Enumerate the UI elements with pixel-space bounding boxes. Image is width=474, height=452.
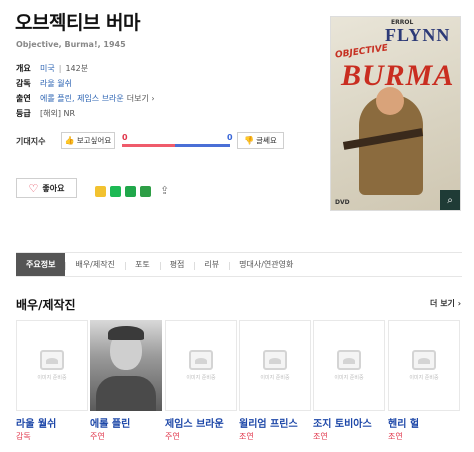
cast-more-button[interactable]: 더 보기 › <box>430 298 461 309</box>
like-button[interactable]: ♡ 좋아요 <box>16 178 77 198</box>
image-placeholder-icon <box>412 350 436 370</box>
info-row-director: 감독 라울 월쉬 <box>16 76 316 91</box>
runtime: 142분 <box>65 64 89 73</box>
cast-role: 조연 <box>388 432 403 441</box>
movie-info: 개요 미국 | 142분 감독 라울 월쉬 출연 에롤 플린, 제임스 브라운 … <box>16 61 316 121</box>
cast-photo-placeholder: 이미지 준비중 <box>239 320 311 411</box>
meh-button[interactable]: 👎 글쎄요 <box>237 132 284 149</box>
tab-quotes-related[interactable]: 명대사/연관영화 <box>229 253 303 276</box>
info-row-rating: 등급 [해외] NR <box>16 106 316 121</box>
cast-role: 감독 <box>16 432 31 441</box>
service-icon-4[interactable] <box>140 186 151 197</box>
tab-bar: 주요정보 배우/제작진 포토 평점 리뷰 명대사/연관영화 <box>16 252 462 277</box>
cast-links[interactable]: 에롤 플린, 제임스 브라운 <box>40 93 124 104</box>
expect-label: 기대지수 <box>16 137 46 146</box>
zoom-icon[interactable]: ⌕ <box>440 190 460 210</box>
cast-list: 이미지 준비중 라울 월쉬 감독 에롤 플린 주연 이미지 준비중 제임스 브라… <box>16 320 462 442</box>
want-count: 0 <box>122 133 128 142</box>
cast-photo-placeholder: 이미지 준비중 <box>313 320 385 411</box>
tab-review[interactable]: 리뷰 <box>194 253 229 276</box>
heart-icon: ♡ <box>28 181 39 195</box>
cast-more-link[interactable]: 더보기 › <box>127 93 155 104</box>
cast-card[interactable]: 이미지 준비중 윌리엄 프린스 조연 <box>239 320 311 442</box>
meh-label: 글쎄요 <box>256 136 277 145</box>
tab-cast-crew[interactable]: 배우/제작진 <box>65 253 125 276</box>
poster-soldier-head <box>376 87 404 115</box>
placeholder-text: 이미지 준비중 <box>260 375 290 381</box>
cast-photo-placeholder: 이미지 준비중 <box>165 320 237 411</box>
placeholder-text: 이미지 준비중 <box>37 375 67 381</box>
image-placeholder-icon <box>337 350 361 370</box>
cast-name[interactable]: 윌리엄 프린스 <box>239 415 298 430</box>
movie-poster[interactable]: ERROL FLYNN OBJECTIVE BURMA DVD ⌕ <box>330 16 461 211</box>
share-icon[interactable]: ⇪ <box>160 184 169 197</box>
photo-body <box>96 376 156 411</box>
rating-label: 등급 <box>16 109 31 118</box>
cast-name[interactable]: 조지 토비아스 <box>313 415 372 430</box>
info-row-cast: 출연 에롤 플린, 제임스 브라운 더보기 › <box>16 91 316 106</box>
poster-dvd-text: DVD <box>335 199 350 206</box>
cast-card[interactable]: 이미지 준비중 제임스 브라운 주연 <box>165 320 237 442</box>
image-placeholder-icon <box>40 350 64 370</box>
cast-role: 주연 <box>90 432 105 441</box>
poster-main-title: BURMA <box>341 59 455 92</box>
meh-count: 0 <box>227 133 233 142</box>
thumbs-up-icon: 👍 <box>64 136 75 145</box>
want-label: 보고싶어요 <box>76 136 112 145</box>
service-icon-3[interactable] <box>125 186 136 197</box>
rating-value: [해외] NR <box>40 109 76 118</box>
overview-label: 개요 <box>16 64 31 73</box>
page-title: 오브젝티브 버마 <box>15 12 140 34</box>
cast-role: 조연 <box>313 432 328 441</box>
cast-photo <box>90 320 162 411</box>
cast-name[interactable]: 에롤 플린 <box>90 415 130 430</box>
cast-section-title: 배우/제작진 <box>16 298 76 312</box>
service-icon-2[interactable] <box>110 186 121 197</box>
cast-role: 주연 <box>165 432 180 441</box>
photo-hair <box>108 326 144 340</box>
want-bar <box>122 144 175 147</box>
image-placeholder-icon <box>189 350 213 370</box>
tab-photo[interactable]: 포토 <box>124 253 160 276</box>
thumbs-down-icon: 👎 <box>244 136 255 145</box>
director-label: 감독 <box>16 79 31 88</box>
cast-photo-placeholder: 이미지 준비중 <box>16 320 88 411</box>
placeholder-text: 이미지 준비중 <box>186 375 216 381</box>
cast-role: 조연 <box>239 432 254 441</box>
country-link[interactable]: 미국 <box>40 63 55 74</box>
cast-card[interactable]: 이미지 준비중 조지 토비아스 조연 <box>313 320 385 442</box>
meh-bar <box>175 144 230 147</box>
placeholder-text: 이미지 준비중 <box>334 375 364 381</box>
tab-main-info[interactable]: 주요정보 <box>16 253 66 276</box>
director-link[interactable]: 라울 월쉬 <box>40 78 72 89</box>
cast-name[interactable]: 헨리 헐 <box>388 415 419 430</box>
cast-name[interactable]: 제임스 브라운 <box>165 415 224 430</box>
cast-label: 출연 <box>16 94 31 103</box>
like-label: 좋아요 <box>42 183 65 193</box>
cast-card[interactable]: 이미지 준비중 헨리 헐 조연 <box>388 320 460 442</box>
separator: | <box>58 64 62 73</box>
cast-card[interactable]: 이미지 준비중 라울 월쉬 감독 <box>16 320 88 442</box>
want-to-see-button[interactable]: 👍 보고싶어요 <box>61 132 115 149</box>
image-placeholder-icon <box>263 350 287 370</box>
service-icon-1[interactable] <box>95 186 106 197</box>
info-row-overview: 개요 미국 | 142분 <box>16 61 316 76</box>
cast-name[interactable]: 라울 월쉬 <box>16 415 56 430</box>
page-subtitle: Objective, Burma!, 1945 <box>16 40 126 49</box>
cast-card[interactable]: 에롤 플린 주연 <box>90 320 162 442</box>
placeholder-text: 이미지 준비중 <box>409 375 439 381</box>
expectation-index: 기대지수 👍 보고싶어요 0 0 👎 글쎄요 <box>16 132 284 150</box>
cast-photo-placeholder: 이미지 준비중 <box>388 320 460 411</box>
poster-star-text: FLYNN <box>385 25 451 45</box>
tab-rating[interactable]: 평점 <box>159 253 195 276</box>
